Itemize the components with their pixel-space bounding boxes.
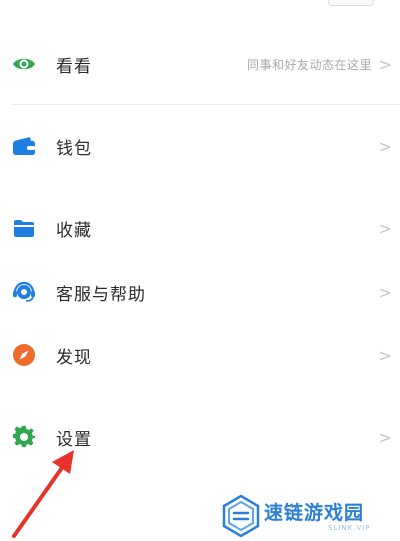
headset-icon [12,280,36,304]
menu-item-label: 钱包 [56,138,92,159]
menu-item-discover[interactable]: 发现 > [0,327,400,383]
menu-item-wallet[interactable]: 钱包 > [0,118,400,174]
menu-item-label: 收藏 [56,220,92,241]
chevron-right-icon: > [378,218,392,238]
divider [12,104,400,105]
menu-item-support[interactable]: 客服与帮助 > [0,264,400,320]
watermark-subtitle: SLINK.VIP [328,524,371,532]
folder-icon [12,216,36,240]
compass-icon [12,343,36,367]
menu-item-label: 看看 [56,56,92,77]
chevron-right-icon: > [378,54,392,74]
menu-item-kankan[interactable]: 看看 同事和好友动态在这里 > [0,36,400,92]
menu-item-label: 设置 [56,429,92,450]
chevron-right-icon: > [378,282,392,302]
top-button-edge [328,0,374,6]
chevron-right-icon: > [378,136,392,156]
menu-item-favorites[interactable]: 收藏 > [0,200,400,256]
chevron-right-icon: > [378,427,392,447]
menu-item-settings[interactable]: 设置 > [0,409,400,465]
eye-icon [12,52,36,76]
settings-menu-screen: 看看 同事和好友动态在这里 > 钱包 > 收藏 > 客服与帮助 > 发现 > 设… [0,0,400,541]
chevron-right-icon: > [378,345,392,365]
menu-item-hint: 同事和好友动态在这里 [246,57,372,72]
wallet-icon [12,134,36,158]
watermark-title: 速链游戏园 [264,502,365,524]
watermark: 速链游戏园 SLINK.VIP [200,490,400,541]
menu-item-label: 客服与帮助 [56,284,146,305]
watermark-logo-icon [222,494,260,541]
menu-item-label: 发现 [56,347,92,368]
gear-icon [12,425,36,449]
